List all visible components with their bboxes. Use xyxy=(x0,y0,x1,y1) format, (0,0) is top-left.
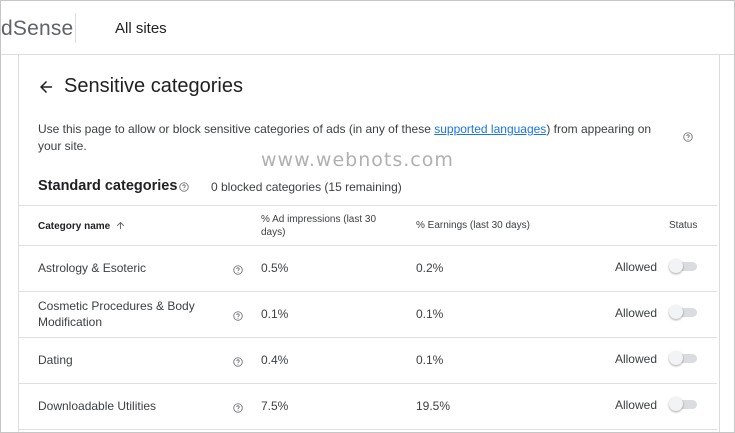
blocked-count: 0 blocked categories (15 remaining) xyxy=(211,180,402,194)
table-top-divider xyxy=(19,205,717,206)
column-header-earnings[interactable]: % Earnings (last 30 days) xyxy=(416,219,530,232)
standard-categories-title: Standard categories xyxy=(38,178,178,194)
impressions-value: 7.5% xyxy=(261,399,289,413)
impressions-value: 0.5% xyxy=(261,261,289,275)
category-toggle[interactable] xyxy=(669,259,699,273)
help-icon[interactable] xyxy=(179,182,189,192)
help-icon[interactable] xyxy=(233,403,243,413)
impressions-value: 0.1% xyxy=(261,307,289,321)
status-label: Allowed xyxy=(614,398,657,412)
column-header-impressions[interactable]: % Ad impressions (last 30 days) xyxy=(261,213,396,239)
row-divider xyxy=(19,429,717,430)
help-icon[interactable] xyxy=(233,357,243,367)
earnings-value: 19.5% xyxy=(416,399,451,413)
sort-arrow-up-icon[interactable] xyxy=(115,220,126,231)
content-panel xyxy=(18,55,720,432)
category-toggle[interactable] xyxy=(669,351,699,365)
earnings-value: 0.1% xyxy=(416,307,444,321)
app-frame: dSense All sites Sensitive categories Us… xyxy=(0,0,735,433)
column-header-status: Status xyxy=(669,220,698,231)
earnings-value: 0.1% xyxy=(416,353,444,367)
category-toggle[interactable] xyxy=(669,305,699,319)
category-name: Downloadable Utilities xyxy=(38,399,157,413)
category-name: Astrology & Esoteric xyxy=(38,261,147,275)
category-name: Dating xyxy=(38,353,73,367)
category-toggle[interactable] xyxy=(669,397,699,411)
site-selector[interactable]: All sites xyxy=(115,20,167,37)
column-header-category[interactable]: Category name xyxy=(38,220,110,233)
status-label: Allowed xyxy=(614,352,657,366)
top-bar: dSense All sites xyxy=(1,1,734,55)
impressions-value: 0.4% xyxy=(261,353,289,367)
help-icon[interactable] xyxy=(233,265,243,275)
help-icon[interactable] xyxy=(683,132,693,142)
category-name: Cosmetic Procedures & Body Modification xyxy=(38,299,195,329)
status-label: Allowed xyxy=(614,306,657,320)
back-arrow-icon[interactable] xyxy=(37,78,55,96)
row-divider xyxy=(19,383,717,384)
description-text-start: Use this page to allow or block sensitiv… xyxy=(38,122,435,136)
header-divider xyxy=(19,245,717,246)
adsense-logo-text: dSense xyxy=(1,17,74,40)
page-title: Sensitive categories xyxy=(64,75,243,97)
topbar-divider xyxy=(75,13,76,43)
status-label: Allowed xyxy=(614,260,657,274)
watermark: www.webnots.com xyxy=(261,149,454,171)
help-icon[interactable] xyxy=(233,311,243,321)
earnings-value: 0.2% xyxy=(416,261,444,275)
supported-languages-link[interactable]: supported languages xyxy=(434,122,546,136)
row-divider xyxy=(19,291,717,292)
row-divider xyxy=(19,337,717,338)
